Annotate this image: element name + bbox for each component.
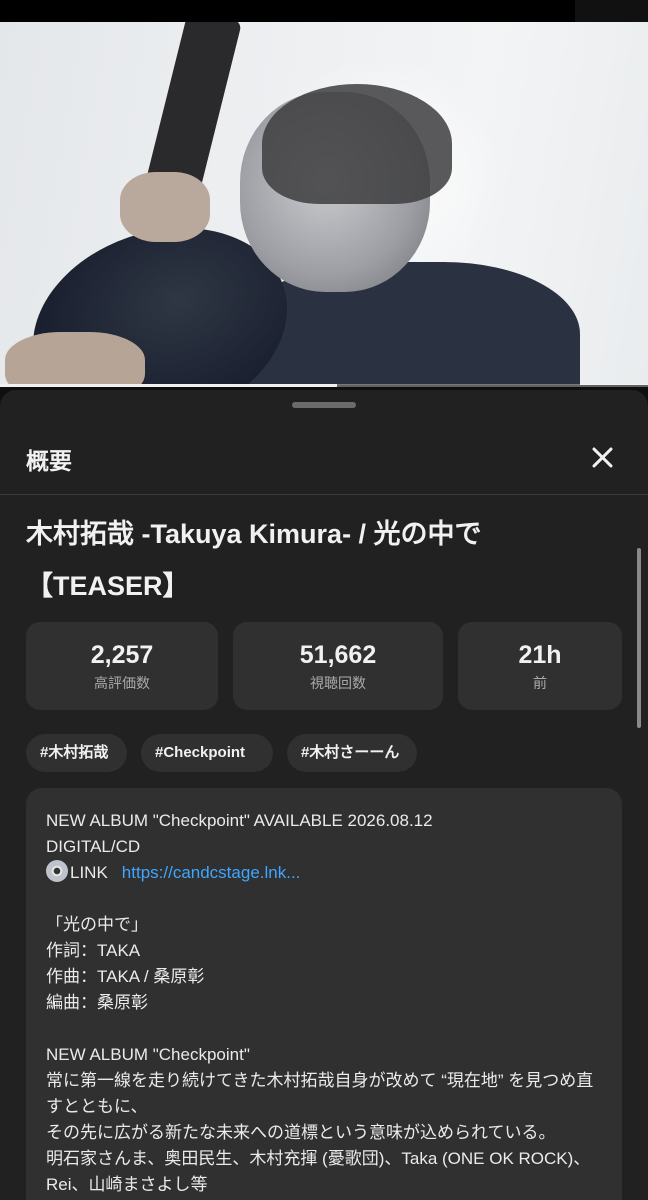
desc-arranger-credit: 編曲：桑原彰 — [46, 993, 148, 1012]
video-performer-hair — [262, 84, 452, 204]
desc-body-2: その先に広がる新たな未来への道標という意味が込められている。 — [46, 1123, 556, 1142]
likes-count: 2,257 — [90, 640, 154, 669]
stat-posted: 21h 前 — [458, 622, 622, 710]
likes-label: 高評価数 — [94, 674, 150, 691]
desc-body-1: 常に第一線を走り続けてきた木村拓哉自身が改めて “現在地” を見つめ直すとともに… — [46, 1071, 594, 1116]
status-bar — [0, 0, 648, 22]
header-divider — [0, 494, 648, 495]
views-label: 視聴回数 — [310, 674, 366, 691]
desc-lyrics-credit: 作詞：TAKA — [46, 941, 141, 960]
desc-album-heading: NEW ALBUM "Checkpoint" — [46, 1045, 250, 1064]
video-title: 木村拓哉 -Takuya Kimura- / 光の中で 【TEASER】 — [26, 508, 616, 612]
cd-icon — [46, 860, 68, 882]
desc-body-3: 明石家さんま、奥田民生、木村充揮 (憂歌団)、Taka (ONE OK ROCK… — [46, 1149, 591, 1194]
desc-song-title: 「光の中で」 — [46, 915, 148, 934]
link-label: LINK — [70, 863, 108, 882]
scrollbar[interactable] — [637, 548, 641, 728]
desc-composer-credit: 作曲：TAKA / 桑原彰 — [46, 967, 205, 986]
posted-ago: 21h — [518, 640, 562, 669]
video-title-line1: 木村拓哉 -Takuya Kimura- / 光の中で — [26, 519, 482, 549]
hashtag-kimura-takuya[interactable]: #木村拓哉 — [26, 734, 127, 772]
description-sheet: 概要 木村拓哉 -Takuya Kimura- / 光の中で 【TEASER】 … — [0, 390, 648, 1200]
description-box: NEW ALBUM "Checkpoint" AVAILABLE 2026.08… — [26, 788, 622, 1200]
stat-views: 51,662 視聴回数 — [233, 622, 443, 710]
views-count: 51,662 — [299, 640, 377, 669]
sheet-title: 概要 — [26, 448, 72, 474]
album-link[interactable]: https://candcstage.lnk... — [122, 863, 301, 882]
hashtag-checkpoint[interactable]: #Checkpoint — [141, 734, 273, 772]
video-title-line2: 【TEASER】 — [26, 571, 190, 601]
video-hand-upper — [120, 172, 210, 242]
status-bar-corner — [575, 0, 648, 22]
drag-handle[interactable] — [292, 402, 356, 408]
posted-label: 前 — [533, 674, 547, 691]
desc-link-row: LINK https://candcstage.lnk... — [46, 860, 604, 886]
video-hand-lower — [5, 332, 145, 385]
desc-format: DIGITAL/CD — [46, 837, 141, 856]
video-player[interactable] — [0, 22, 648, 385]
desc-album-announcement: NEW ALBUM "Checkpoint" AVAILABLE 2026.08… — [46, 811, 433, 830]
video-progress-fill — [0, 384, 337, 387]
hashtag-kimura-saan[interactable]: #木村さーーん — [287, 734, 417, 772]
stat-likes: 2,257 高評価数 — [26, 622, 218, 710]
video-progress-bar[interactable] — [0, 384, 648, 387]
close-icon[interactable] — [578, 434, 626, 482]
